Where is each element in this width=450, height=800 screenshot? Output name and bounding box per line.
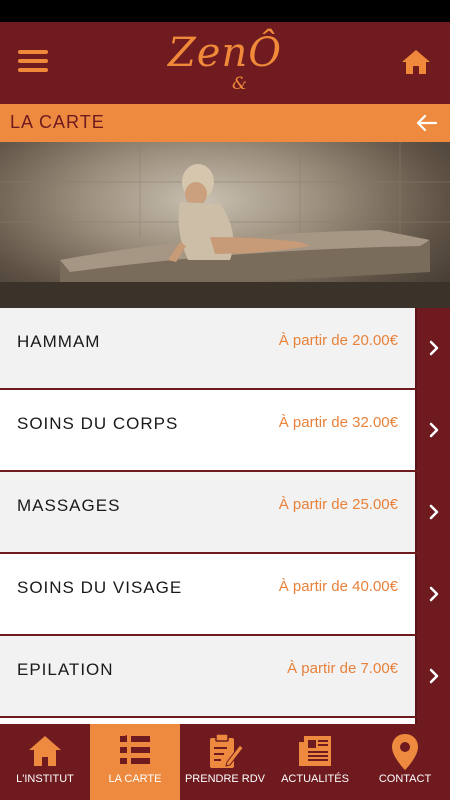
service-price: À partir de 7.00€ (287, 660, 398, 677)
hamburger-menu-icon[interactable] (18, 50, 48, 76)
tab-label: PRENDRE RDV (184, 773, 266, 785)
tab-prendre-rdv[interactable]: PRENDRE RDV (180, 724, 270, 800)
service-price: À partir de 25.00€ (278, 496, 398, 513)
service-name: SOINS DU CORPS (17, 414, 179, 433)
service-price: À partir de 20.00€ (278, 332, 398, 349)
chevron-right-icon[interactable] (415, 308, 450, 388)
hero-image (0, 142, 450, 308)
list-item[interactable]: MASSAGES À partir de 25.00€ (0, 472, 450, 552)
list-icon (117, 732, 153, 772)
service-name: EPILATION (17, 660, 114, 679)
tab-contact[interactable]: CONTACT (360, 724, 450, 800)
list-item[interactable]: SOINS DU VISAGE À partir de 40.00€ (0, 554, 450, 634)
newspaper-icon (297, 732, 333, 772)
arrow-left-icon[interactable] (414, 111, 438, 135)
page-title: LA CARTE (10, 112, 105, 132)
service-price: À partir de 40.00€ (278, 578, 398, 595)
tab-label: CONTACT (378, 773, 432, 785)
appointment-icon (207, 732, 244, 772)
home-icon (27, 732, 63, 772)
tab-label: ACTUALITÉS (281, 773, 349, 785)
service-name: HAMMAM (17, 332, 101, 351)
service-name: MASSAGES (17, 496, 121, 515)
list-item[interactable]: SOINS DU CORPS À partir de 32.00€ (0, 390, 450, 470)
location-pin-icon (387, 732, 423, 772)
list-item[interactable]: EPILATION À partir de 7.00€ (0, 636, 450, 716)
tab-actualites[interactable]: ACTUALITÉS (270, 724, 360, 800)
service-name: SOINS DU VISAGE (17, 578, 183, 597)
tab-label: L'INSTITUT (16, 773, 74, 785)
top-bar: ZenÔ & (0, 22, 450, 104)
chevron-right-icon[interactable] (415, 636, 450, 716)
bottom-tab-bar: L'INSTITUT LA CARTE PRENDRE RDV ACTUALIT… (0, 724, 450, 800)
tab-la-carte[interactable]: LA CARTE (90, 724, 180, 800)
chevron-right-icon[interactable] (415, 390, 450, 470)
home-icon[interactable] (400, 46, 432, 78)
app-logo: ZenÔ & (167, 30, 283, 94)
chevron-right-icon[interactable] (415, 554, 450, 634)
services-list: HAMMAM À partir de 20.00€ SOINS DU CORPS… (0, 308, 450, 724)
tab-institut[interactable]: L'INSTITUT (0, 724, 90, 800)
chevron-right-icon[interactable] (415, 472, 450, 552)
service-price: À partir de 32.00€ (278, 414, 398, 431)
tab-label: LA CARTE (108, 773, 162, 785)
section-header: LA CARTE (0, 104, 450, 142)
list-item[interactable]: HAMMAM À partir de 20.00€ (0, 308, 450, 388)
status-bar (0, 0, 450, 22)
